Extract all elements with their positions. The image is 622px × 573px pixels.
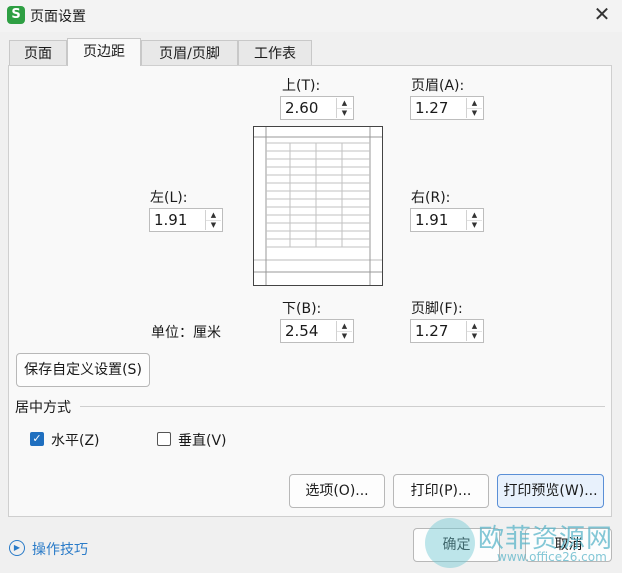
dialog-title: 页面设置 [30,9,86,25]
spin-down-icon[interactable]: ▼ [467,108,482,118]
spin-down-icon[interactable]: ▼ [206,220,221,230]
footer-margin-spinner[interactable]: 1.27 ▲ ▼ [410,319,484,343]
left-margin-spinner[interactable]: 1.91 ▲ ▼ [149,208,223,232]
horizontal-label[interactable]: 水平(Z) [51,430,100,450]
vertical-label[interactable]: 垂直(V) [178,430,227,450]
page-preview [253,126,383,286]
save-custom-settings-button[interactable]: 保存自定义设置(S) [16,353,150,387]
bottom-margin-spinner[interactable]: 2.54 ▲ ▼ [280,319,354,343]
checkmark-icon: ✓ [32,432,42,445]
app-logo-icon: S [7,6,25,24]
tab-header-footer[interactable]: 页眉/页脚 [141,40,238,66]
header-margin-label: 页眉(A): [411,78,465,94]
spin-down-icon[interactable]: ▼ [337,331,352,341]
spin-down-icon[interactable]: ▼ [337,108,352,118]
close-icon[interactable]: ✕ [590,2,614,26]
print-button[interactable]: 打印(P)... [393,474,489,508]
print-preview-button[interactable]: 打印预览(W)... [497,474,604,508]
tab-page[interactable]: 页面 [9,40,67,66]
tab-sheet[interactable]: 工作表 [238,40,312,66]
bottom-margin-label: 下(B): [282,301,322,317]
spin-down-icon[interactable]: ▼ [467,331,482,341]
spin-down-icon[interactable]: ▼ [467,220,482,230]
vertical-checkbox[interactable] [157,432,171,446]
watermark-logo-icon [425,518,475,568]
left-margin-label: 左(L): [150,190,188,206]
right-margin-label: 右(R): [411,190,451,206]
header-margin-value: 1.27 [415,99,449,117]
right-margin-value: 1.91 [415,211,449,229]
center-group-label: 居中方式 [15,400,71,416]
top-margin-value: 2.60 [285,99,319,117]
top-margin-spinner[interactable]: 2.60 ▲ ▼ [280,96,354,120]
watermark-url: www.office26.com [497,550,607,564]
left-margin-value: 1.91 [154,211,188,229]
top-margin-label: 上(T): [282,78,321,94]
header-margin-spinner[interactable]: 1.27 ▲ ▼ [410,96,484,120]
right-margin-spinner[interactable]: 1.91 ▲ ▼ [410,208,484,232]
group-divider [80,406,605,407]
tips-link[interactable]: 操作技巧 [32,539,88,559]
options-button[interactable]: 选项(O)... [289,474,385,508]
bottom-margin-value: 2.54 [285,322,319,340]
footer-margin-label: 页脚(F): [411,301,463,317]
page-preview-graphic [254,127,382,285]
title-bar [0,0,622,32]
play-icon[interactable]: ▶ [9,540,25,556]
tab-margins[interactable]: 页边距 [67,38,141,66]
footer-margin-value: 1.27 [415,322,449,340]
horizontal-checkbox[interactable]: ✓ [30,432,44,446]
unit-label: 单位：厘米 [151,325,221,341]
